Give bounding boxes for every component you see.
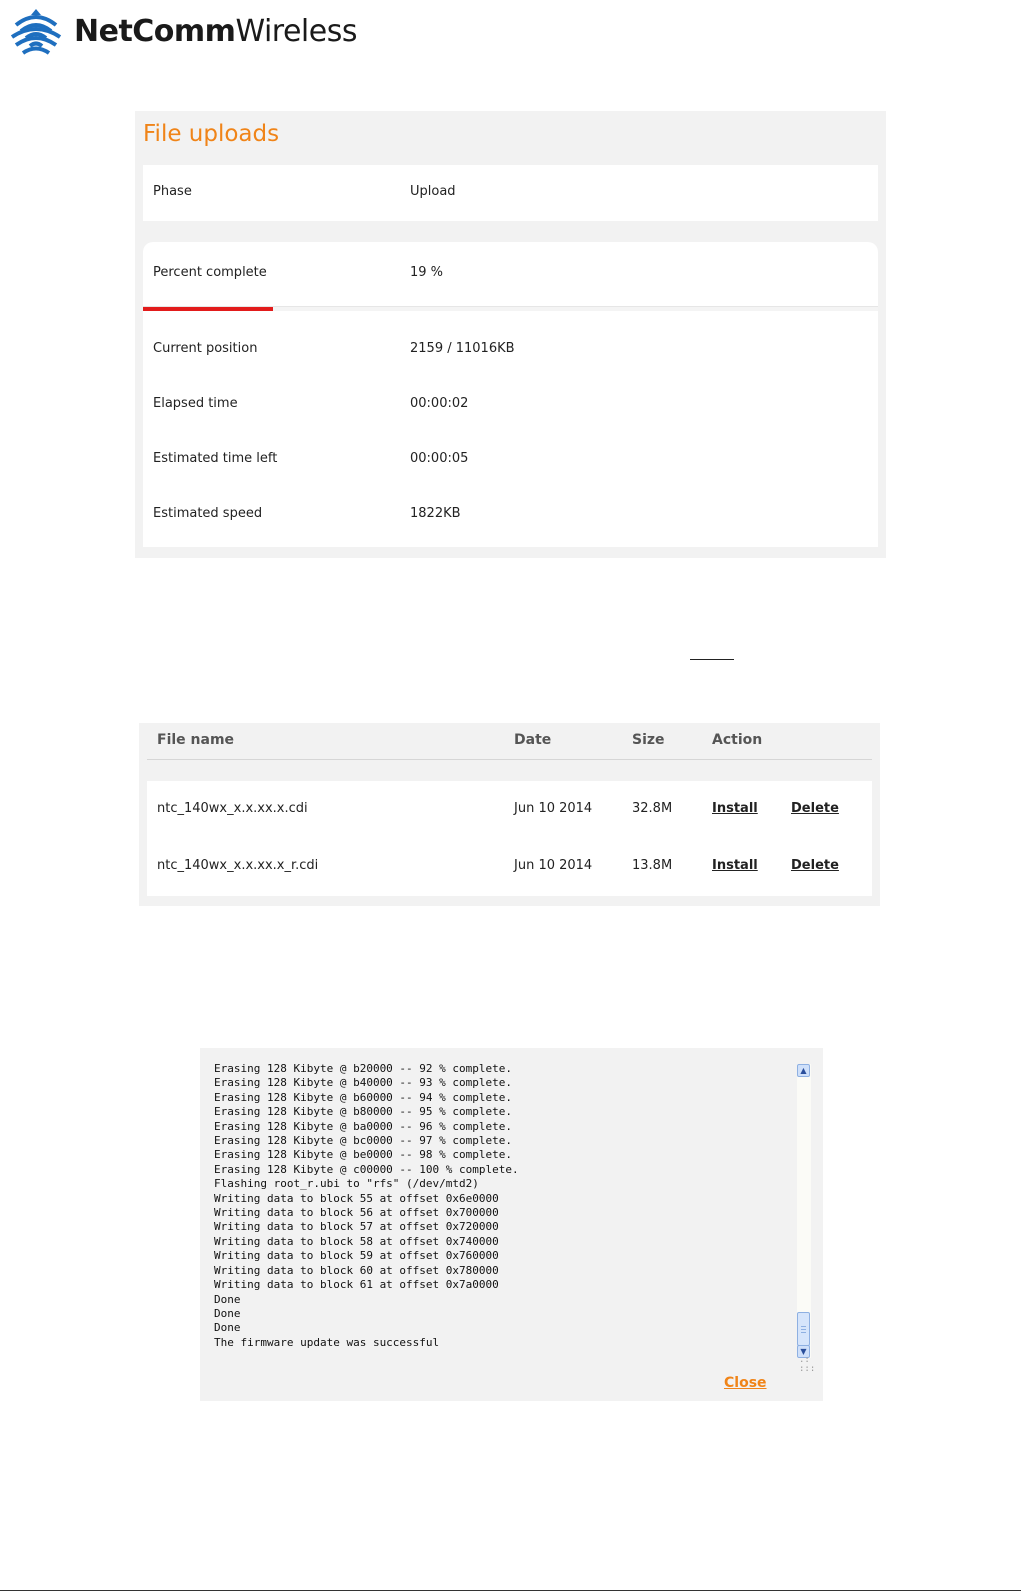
position-row: Current position 2159 / 11016KB xyxy=(143,341,878,361)
file-size-cell: 32.8M xyxy=(632,801,673,816)
wifi-signal-icon xyxy=(10,9,62,55)
percent-row: Percent complete 19 % xyxy=(143,265,878,285)
action-cell: Install xyxy=(712,801,758,816)
phase-row: Phase Upload xyxy=(143,184,878,204)
elapsed-row: Elapsed time 00:00:02 xyxy=(143,396,878,416)
file-size-cell: 13.8M xyxy=(632,858,673,873)
logo-wordmark: NetCommWireless xyxy=(74,13,357,49)
phase-box: Phase Upload xyxy=(143,165,878,221)
close-link[interactable]: Close xyxy=(724,1375,767,1391)
action-cell: Delete xyxy=(791,801,839,816)
action-cell: Delete xyxy=(791,858,839,873)
position-label: Current position xyxy=(153,341,258,356)
table-row: ntc_140wx_x.x.xx.x_r.cdi Jun 10 2014 13.… xyxy=(147,858,872,878)
phase-label: Phase xyxy=(153,184,192,199)
resize-grip-icon[interactable]: .:::: xyxy=(799,1356,815,1374)
page-title: File uploads xyxy=(143,121,280,147)
phase-value: Upload xyxy=(410,184,456,199)
header-file-name: File name xyxy=(157,732,235,748)
page-bottom-rule xyxy=(0,1590,1021,1591)
percent-value: 19 % xyxy=(410,265,444,280)
scroll-up-icon[interactable]: ▲ xyxy=(797,1064,810,1077)
file-table-header: File name Date Size Action xyxy=(147,723,872,760)
file-name-cell: ntc_140wx_x.x.xx.x_r.cdi xyxy=(157,858,319,873)
table-row: ntc_140wx_x.x.xx.x.cdi Jun 10 2014 32.8M… xyxy=(147,801,872,821)
speed-value: 1822KB xyxy=(410,506,461,521)
scroll-thumb[interactable] xyxy=(797,1312,810,1346)
file-date-cell: Jun 10 2014 xyxy=(514,858,593,873)
netcomm-logo: NetCommWireless xyxy=(8,6,357,56)
action-cell: Install xyxy=(712,858,758,873)
header-date: Date xyxy=(514,732,552,748)
divider xyxy=(690,659,734,660)
header-size: Size xyxy=(632,732,665,748)
delete-link[interactable]: Delete xyxy=(791,801,839,816)
file-date-cell: Jun 10 2014 xyxy=(514,801,593,816)
log-output[interactable]: Erasing 128 Kibyte @ b20000 -- 92 % comp… xyxy=(214,1062,789,1362)
speed-label: Estimated speed xyxy=(153,506,263,521)
time-left-row: Estimated time left 00:00:05 xyxy=(143,451,878,471)
elapsed-value: 00:00:02 xyxy=(410,396,469,411)
update-log-dialog: Erasing 128 Kibyte @ b20000 -- 92 % comp… xyxy=(200,1048,823,1401)
file-name-cell: ntc_140wx_x.x.xx.x.cdi xyxy=(157,801,308,816)
delete-link[interactable]: Delete xyxy=(791,858,839,873)
install-link[interactable]: Install xyxy=(712,801,758,816)
progress-bar xyxy=(143,306,878,311)
percent-label: Percent complete xyxy=(153,265,267,280)
progress-box: Percent complete 19 % Current position 2… xyxy=(143,242,878,547)
speed-row: Estimated speed 1822KB xyxy=(143,506,878,526)
time-left-value: 00:00:05 xyxy=(410,451,469,466)
time-left-label: Estimated time left xyxy=(153,451,278,466)
file-table-body: ntc_140wx_x.x.xx.x.cdi Jun 10 2014 32.8M… xyxy=(147,781,872,896)
file-list-panel: File name Date Size Action ntc_140wx_x.x… xyxy=(139,723,880,906)
install-link[interactable]: Install xyxy=(712,858,758,873)
file-uploads-panel: File uploads Phase Upload Percent comple… xyxy=(135,111,886,558)
header-action: Action xyxy=(712,732,763,748)
progress-bar-fill xyxy=(143,307,273,311)
elapsed-label: Elapsed time xyxy=(153,396,238,411)
position-value: 2159 / 11016KB xyxy=(410,341,515,356)
log-scrollbar[interactable]: ▲ ▼ xyxy=(797,1064,811,1358)
